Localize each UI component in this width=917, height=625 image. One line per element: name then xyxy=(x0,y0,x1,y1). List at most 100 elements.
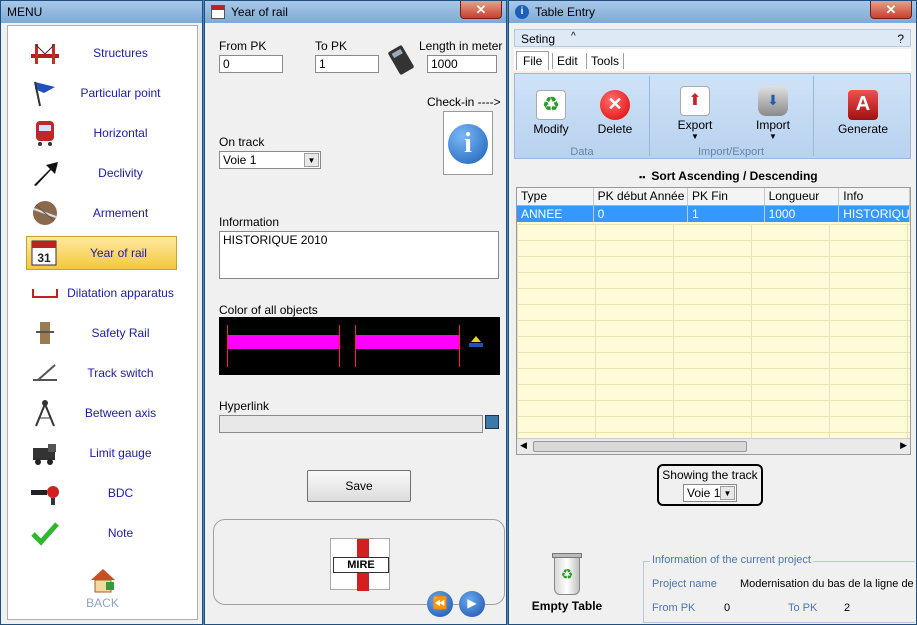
delete-button[interactable]: ✕ Delete xyxy=(585,90,645,136)
check-icon xyxy=(28,517,62,549)
year-of-rail-window: Year of rail ✕ From PK 0 To PK 1 Length … xyxy=(204,0,507,625)
column-header-pk-fin[interactable]: PK Fin xyxy=(688,188,765,205)
export-button[interactable]: ⬆ Export ▼ xyxy=(665,86,725,141)
tab-file[interactable]: File xyxy=(516,51,550,70)
on-track-select[interactable]: Voie 1 ▼ xyxy=(219,151,321,169)
menu-item-armement[interactable]: Armement xyxy=(28,196,179,230)
database-icon: ⬇ xyxy=(758,86,788,116)
project-info-title: Information of the current project xyxy=(650,554,813,566)
from-pk-input[interactable]: 0 xyxy=(219,55,283,73)
group-import-export-label: Import/Export xyxy=(697,146,765,158)
bridge-icon xyxy=(28,37,62,69)
project-to-pk-value: 2 xyxy=(844,602,851,614)
sort-icon: ▪▪ xyxy=(639,172,646,182)
calendar-icon: 31 xyxy=(27,237,61,269)
table-cell: 0 xyxy=(594,206,688,222)
column-header-longueur[interactable]: Longueur xyxy=(765,188,840,205)
save-disk-icon[interactable] xyxy=(485,415,499,429)
modify-button[interactable]: ♻ Modify xyxy=(521,90,581,136)
autocad-icon: A xyxy=(848,90,878,120)
menu-item-horizontal[interactable]: Horizontal xyxy=(28,116,179,150)
color-preview[interactable] xyxy=(219,317,500,375)
logo-panel: MIRE xyxy=(213,519,505,605)
scrollbar-thumb[interactable] xyxy=(533,441,747,452)
scroll-right-icon[interactable]: ▶ xyxy=(900,440,907,451)
menu-item-label: Dilatation apparatus xyxy=(67,286,174,300)
sort-toggle[interactable]: ▪▪ Sort Ascending / Descending xyxy=(639,169,818,183)
showing-track-select[interactable]: Voie 1 ▼ xyxy=(683,484,737,502)
menu-item-limit-gauge[interactable]: Limit gauge xyxy=(28,436,179,470)
column-header-type[interactable]: Type xyxy=(517,188,594,205)
data-table[interactable]: Type PK début Année PK Fin Longueur Info… xyxy=(516,187,911,455)
rewind-button[interactable]: ⏪ xyxy=(427,591,453,617)
empty-table-button[interactable]: ♻ Empty Table xyxy=(527,553,607,613)
menu-item-label: Armement xyxy=(92,206,149,220)
paint-bucket-icon[interactable] xyxy=(467,333,485,349)
year-titlebar: Year of rail ✕ xyxy=(205,1,506,23)
menu-item-structures[interactable]: Structures xyxy=(28,36,179,70)
menu-item-between-axis[interactable]: Between axis xyxy=(28,396,179,430)
tab-strip: File Edit Tools xyxy=(514,49,911,71)
scroll-left-icon[interactable]: ◀ xyxy=(520,440,527,451)
save-button[interactable]: Save xyxy=(307,470,411,502)
menu-item-label: Declivity xyxy=(98,166,143,180)
menu-item-year-of-rail[interactable]: 31 Year of rail xyxy=(26,236,177,270)
color-tick xyxy=(339,325,340,367)
menu-item-bdc[interactable]: BDC xyxy=(28,476,179,510)
calendar-icon xyxy=(211,5,225,19)
menu-item-label: Between axis xyxy=(84,406,157,420)
menu-item-label: Track switch xyxy=(87,366,154,380)
menu-item-particular-point[interactable]: Particular point xyxy=(28,76,179,110)
train-icon xyxy=(28,117,62,149)
tab-edit[interactable]: Edit xyxy=(552,53,582,69)
chevron-down-icon: ▼ xyxy=(691,132,699,141)
close-button[interactable]: ✕ xyxy=(870,1,912,19)
menu-item-label: Particular point xyxy=(80,86,161,100)
close-button[interactable]: ✕ xyxy=(460,1,502,19)
project-from-pk-label: From PK xyxy=(652,602,696,614)
info-icon: i xyxy=(515,5,529,19)
showing-track-box: Showing the track Voie 1 ▼ xyxy=(657,464,763,506)
table-cell: ANNEE xyxy=(517,206,594,222)
column-header-info[interactable]: Info xyxy=(839,188,910,205)
length-input[interactable]: 1000 xyxy=(427,55,497,73)
menu-item-note[interactable]: Note xyxy=(28,516,179,550)
back-button[interactable]: BACK xyxy=(8,566,197,614)
menu-window: MENU Structures Particular point Horizon… xyxy=(0,0,203,625)
import-button[interactable]: ⬇ Import ▼ xyxy=(743,86,803,141)
modify-label: Modify xyxy=(533,122,569,136)
generate-label: Generate xyxy=(837,122,889,136)
menu-title: MENU xyxy=(7,5,43,19)
chevron-up-icon[interactable]: ^ xyxy=(571,31,576,42)
group-data-label: Data xyxy=(570,146,594,158)
play-icon: ▶ xyxy=(467,596,477,610)
color-tick xyxy=(459,325,460,367)
tab-tools[interactable]: Tools xyxy=(586,53,625,69)
next-button[interactable]: ▶ xyxy=(459,591,485,617)
logo-text: MIRE xyxy=(333,557,389,573)
menu-item-dilatation-apparatus[interactable]: Dilatation apparatus xyxy=(28,276,179,310)
color-tick xyxy=(227,325,228,367)
help-menu[interactable]: ? xyxy=(897,32,904,46)
table-row[interactable]: ANNEE 0 1 1000 HISTORIQUE xyxy=(517,206,910,222)
column-header-pk-debut[interactable]: PK début Année xyxy=(594,188,688,205)
svg-text:31: 31 xyxy=(37,251,51,265)
horizontal-scrollbar[interactable]: ◀ ▶ xyxy=(517,438,910,454)
hyperlink-label: Hyperlink xyxy=(219,399,270,413)
dilatation-icon xyxy=(28,277,62,309)
menu-item-safety-rail[interactable]: Safety Rail xyxy=(28,316,179,350)
to-pk-input[interactable]: 1 xyxy=(315,55,379,73)
calculator-icon[interactable] xyxy=(387,45,417,75)
length-label: Length in meter xyxy=(419,39,503,53)
table-cell: 1000 xyxy=(765,206,840,222)
menu-seting[interactable]: Seting xyxy=(521,32,555,46)
menu-item-declivity[interactable]: Declivity xyxy=(28,156,179,190)
on-track-value: Voie 1 xyxy=(223,153,257,167)
showing-track-label: Showing the track xyxy=(662,468,758,482)
menu-item-track-switch[interactable]: Track switch xyxy=(28,356,179,390)
recycle-icon: ♻ xyxy=(536,90,566,120)
generate-button[interactable]: A Generate xyxy=(831,90,895,136)
checkin-button[interactable]: i xyxy=(443,111,493,175)
information-textarea[interactable]: HISTORIQUE 2010 xyxy=(219,231,499,279)
hyperlink-input[interactable] xyxy=(219,415,483,433)
